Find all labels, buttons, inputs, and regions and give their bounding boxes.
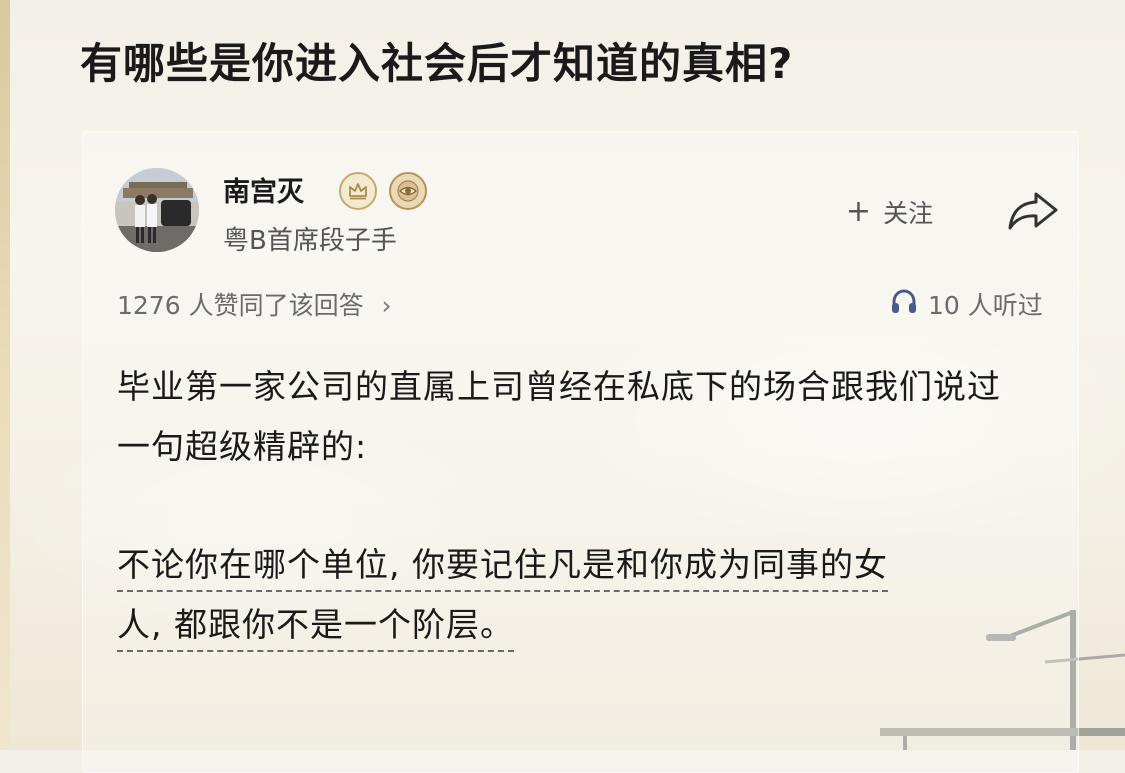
author-bio: 粤B首席段子手 (223, 226, 397, 256)
follow-label: 关注 (883, 199, 934, 228)
answer-paragraph-1: 毕业第一家公司的直属上司曾经在私底下的场合跟我们说过一句超级精辟的: (117, 367, 1001, 466)
share-arrow-icon[interactable] (1006, 188, 1060, 238)
answer-paragraph-2: 不论你在哪个单位, 你要记住凡是和你成为同事的女 人, 都跟你不是一个阶层。 (117, 535, 1032, 655)
chevron-right-icon: › (381, 291, 392, 320)
listen-count-text: 10 人听过 (928, 291, 1043, 320)
author-avatar[interactable] (115, 168, 199, 252)
highlighted-text-line-2[interactable]: 人, 都跟你不是一个阶层。 (117, 605, 514, 652)
eye-badge-icon[interactable] (389, 172, 427, 210)
highlighted-text-line-1[interactable]: 不论你在哪个单位, 你要记住凡是和你成为同事的女 (117, 545, 888, 592)
crown-badge-icon[interactable] (339, 172, 377, 210)
approve-count-link[interactable]: 1276 人赞同了该回答 › (117, 286, 392, 322)
listen-count[interactable]: 10 人听过 (890, 286, 1043, 322)
author-name[interactable]: 南宫灭 (223, 170, 304, 209)
plus-icon: + (845, 194, 872, 229)
follow-button[interactable]: + 关注 (812, 180, 967, 244)
approve-count-text: 1276 人赞同了该回答 (117, 291, 364, 320)
question-title[interactable]: 有哪些是你进入社会后才知道的真相? (80, 30, 793, 91)
headphone-icon (890, 288, 918, 320)
